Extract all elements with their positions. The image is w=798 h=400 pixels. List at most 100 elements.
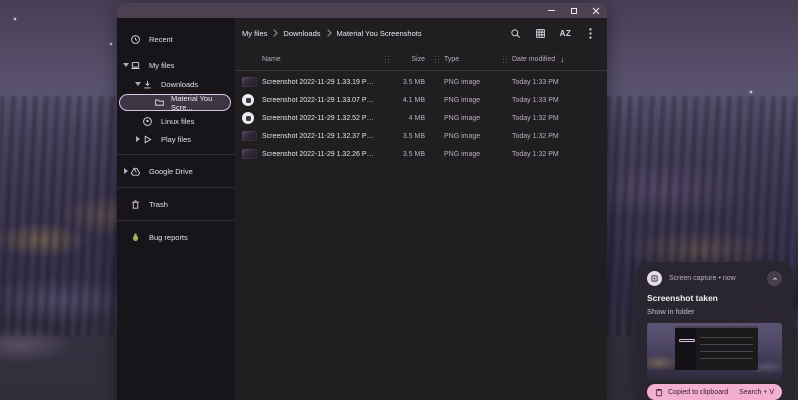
sidebar-item-label: Linux files [161, 117, 194, 126]
file-name: Screenshot 2022-11-29 1.32.37 PM.png [262, 133, 385, 140]
file-date-modified: Today 1:32 PM [503, 115, 599, 122]
chevron-right-icon [272, 29, 278, 37]
clock-icon [130, 34, 141, 45]
sidebar-divider [117, 220, 235, 221]
show-in-folder-link[interactable]: Show in folder [647, 307, 782, 316]
sidebar-item-label: Bug reports [149, 233, 188, 242]
breadcrumb-my-files[interactable]: My files [242, 29, 267, 38]
star-dot [14, 18, 16, 20]
sidebar-item-downloads[interactable]: Downloads [117, 75, 235, 93]
table-row[interactable]: Screenshot 2022-11-29 1.32.26 PM.png 3.5… [235, 145, 607, 163]
file-name: Screenshot 2022-11-29 1.32.52 PM.png [262, 115, 385, 122]
sidebar-item-my-files[interactable]: My files [117, 55, 235, 75]
table-row[interactable]: Screenshot 2022-11-29 1.33.07 PM.png 4.1… [235, 91, 607, 109]
files-app-window: Recent My files Downloads [117, 3, 607, 400]
file-date-modified: Today 1:33 PM [503, 97, 599, 104]
breadcrumb: My files Downloads Material You Screensh… [242, 29, 509, 38]
file-size: 4.1 MB [385, 97, 435, 104]
file-type: PNG image [435, 97, 503, 104]
expand-caret-icon[interactable] [121, 63, 130, 67]
sidebar-item-recent[interactable]: Recent [117, 28, 235, 50]
file-size: 3.5 MB [385, 79, 435, 86]
file-thumbnail-icon [242, 112, 262, 124]
file-name: Screenshot 2022-11-29 1.32.26 PM.png [262, 151, 385, 158]
table-row[interactable]: Screenshot 2022-11-29 1.32.52 PM.png 4 M… [235, 109, 607, 127]
file-thumbnail-icon [242, 94, 262, 106]
table-row[interactable]: Screenshot 2022-11-29 1.33.19 PM.png 3.5… [235, 73, 607, 91]
sidebar-item-label: Trash [149, 200, 168, 209]
file-size: 3.5 MB [385, 133, 435, 140]
window-titlebar[interactable] [117, 3, 607, 18]
more-options-kebab-icon[interactable] [584, 27, 597, 40]
column-resize-handle-icon[interactable] [503, 56, 507, 62]
breadcrumb-material-you-screenshots[interactable]: Material You Screenshots [337, 29, 422, 38]
breadcrumb-downloads[interactable]: Downloads [283, 29, 320, 38]
trash-icon [130, 199, 141, 210]
chevron-right-icon [326, 29, 332, 37]
sidebar-item-trash[interactable]: Trash [117, 194, 235, 214]
file-list-pane: My files Downloads Material You Screensh… [235, 18, 607, 400]
sidebar-divider [117, 187, 235, 188]
linux-penguin-icon [142, 116, 153, 127]
column-resize-handle-icon[interactable] [435, 56, 439, 62]
bug-icon [130, 232, 141, 243]
sidebar-item-label: Recent [149, 35, 173, 44]
maximize-button[interactable] [569, 6, 578, 15]
sidebar-item-linux-files[interactable]: Linux files [117, 112, 235, 130]
sidebar-item-material-you-screenshots-selected[interactable]: Material You Scre... [119, 94, 231, 111]
file-date-modified: Today 1:33 PM [503, 79, 599, 86]
minimize-button[interactable] [547, 6, 556, 15]
toast-message: Copied to clipboard [668, 389, 734, 396]
column-header-type[interactable]: Type [444, 56, 459, 63]
clipboard-icon [655, 388, 663, 397]
file-type: PNG image [435, 115, 503, 122]
sidebar-item-label: Downloads [161, 80, 198, 89]
header-divider [235, 70, 607, 71]
file-name: Screenshot 2022-11-29 1.33.07 PM.png [262, 97, 385, 104]
toast-shortcut: Search + V [739, 389, 774, 396]
collapse-chevron-up-icon[interactable] [767, 271, 782, 286]
file-type: PNG image [435, 79, 503, 86]
expand-caret-icon[interactable] [133, 136, 142, 142]
column-header-size[interactable]: Size [411, 56, 435, 63]
file-thumbnail-icon [242, 77, 262, 87]
column-header-name[interactable]: Name [262, 56, 385, 63]
file-type: PNG image [435, 151, 503, 158]
sidebar-item-label: Play files [161, 135, 191, 144]
google-drive-icon [130, 166, 141, 177]
sidebar: Recent My files Downloads [117, 18, 235, 400]
screenshot-notification[interactable]: Screen capture • now Screenshot taken Sh… [636, 262, 793, 400]
expand-caret-icon[interactable] [121, 168, 130, 174]
table-row[interactable]: Screenshot 2022-11-29 1.32.37 PM.png 3.5… [235, 127, 607, 145]
sidebar-item-bug-reports[interactable]: Bug reports [117, 227, 235, 247]
copied-to-clipboard-toast[interactable]: Copied to clipboard Search + V [647, 384, 782, 400]
star-dot [110, 43, 112, 45]
laptop-icon [130, 60, 141, 71]
sidebar-item-label: Google Drive [149, 167, 193, 176]
expand-caret-icon[interactable] [133, 82, 142, 86]
table-header: Name Size Type Date modified ↓ [235, 48, 607, 70]
column-resize-handle-icon[interactable] [385, 56, 389, 62]
file-type: PNG image [435, 133, 503, 140]
notification-source-and-time: Screen capture • now [669, 275, 760, 282]
grid-view-icon[interactable] [534, 27, 547, 40]
toolbar: My files Downloads Material You Screensh… [235, 18, 607, 48]
sort-descending-arrow-icon: ↓ [560, 55, 564, 64]
column-header-date-modified[interactable]: Date modified [512, 56, 555, 63]
desktop: Recent My files Downloads [0, 0, 798, 400]
file-thumbnail-icon [242, 131, 262, 141]
sidebar-divider [117, 154, 235, 155]
thumbnail-mini-window [675, 326, 757, 369]
file-size: 3.5 MB [385, 151, 435, 158]
play-icon [142, 134, 153, 145]
file-name: Screenshot 2022-11-29 1.33.19 PM.png [262, 79, 385, 86]
folder-icon [154, 97, 165, 108]
close-button[interactable] [591, 6, 600, 15]
sidebar-item-google-drive[interactable]: Google Drive [117, 161, 235, 181]
search-icon[interactable] [509, 27, 522, 40]
file-size: 4 MB [385, 115, 435, 122]
sidebar-item-play-files[interactable]: Play files [117, 130, 235, 148]
sort-az-icon[interactable]: AZ [559, 27, 572, 40]
screenshot-thumbnail[interactable] [647, 323, 782, 380]
star-dot [750, 91, 752, 93]
